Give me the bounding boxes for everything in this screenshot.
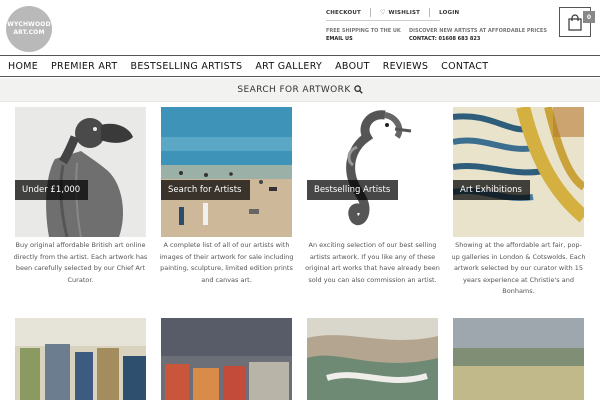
shipping-text: FREE SHIPPING TO THE UK (326, 28, 401, 34)
nav-art-gallery[interactable]: ART GALLERY (255, 61, 322, 72)
main-nav: HOME PREMIER ART BESTSELLING ARTISTS ART… (0, 55, 600, 77)
divider (429, 8, 431, 17)
promo-info: DISCOVER NEW ARTISTS AT AFFORDABLE PRICE… (409, 27, 547, 43)
logo-text-line1: WYCHWOOD (7, 21, 51, 28)
shopping-bag-icon (568, 13, 582, 31)
nav-about[interactable]: ABOUT (335, 61, 370, 72)
card-label-search-artists[interactable]: Search for Artists (161, 180, 250, 200)
divider (369, 8, 371, 17)
search-icon (353, 85, 363, 94)
header-rule (326, 20, 440, 21)
landscape-painting-image[interactable] (307, 318, 438, 400)
nav-reviews[interactable]: REVIEWS (383, 61, 428, 72)
card-label-under-1000[interactable]: Under £1,000 (15, 180, 89, 200)
email-us-link[interactable]: EMAIL US (326, 35, 401, 43)
heart-icon: ♡ (379, 9, 386, 16)
abstract-painting-image[interactable] (453, 107, 584, 237)
checkout-link[interactable]: CHECKOUT (326, 10, 361, 16)
card-label-art-exhibitions[interactable]: Art Exhibitions (453, 180, 530, 200)
card-description: An exciting selection of our best sellin… (305, 241, 440, 284)
card-description: Showing at the affordable art fair, pop-… (451, 241, 586, 295)
site-logo[interactable]: WYCHWOOD ART.COM (6, 6, 52, 52)
contact-phone[interactable]: CONTACT: 01608 683 823 (409, 35, 547, 43)
nav-home[interactable]: HOME (8, 61, 38, 72)
field-painting-image[interactable] (453, 318, 584, 400)
promo-text: DISCOVER NEW ARTISTS AT AFFORDABLE PRICE… (409, 28, 547, 34)
beach-painting-image[interactable] (161, 107, 292, 237)
login-link[interactable]: LOGIN (439, 10, 459, 16)
account-links: CHECKOUT ♡ WISHLIST LOGIN (326, 8, 459, 17)
wishlist-link[interactable]: WISHLIST (389, 10, 421, 16)
search-artwork-label: SEARCH FOR ARTWORK (237, 84, 351, 95)
village-painting-image[interactable] (15, 318, 146, 400)
logo-text-line2: ART.COM (13, 29, 45, 36)
houses-painting-image[interactable] (161, 318, 292, 400)
nav-bestselling-artists[interactable]: BESTSELLING ARTISTS (131, 61, 243, 72)
cart-count-badge: 0 (583, 11, 595, 23)
card-label-bestselling-artists[interactable]: Bestselling Artists (307, 180, 399, 200)
nav-contact[interactable]: CONTACT (441, 61, 488, 72)
card-description: Buy original affordable British art onli… (13, 241, 148, 284)
search-artwork-bar[interactable]: SEARCH FOR ARTWORK (0, 78, 600, 102)
seahorse-artwork-image[interactable] (307, 107, 438, 237)
card-description: A complete list of all of our artists wi… (159, 241, 294, 284)
dodo-artwork-image[interactable] (15, 107, 146, 237)
nav-premier-art[interactable]: PREMIER ART (51, 61, 117, 72)
shipping-info: FREE SHIPPING TO THE UK EMAIL US (326, 27, 401, 43)
